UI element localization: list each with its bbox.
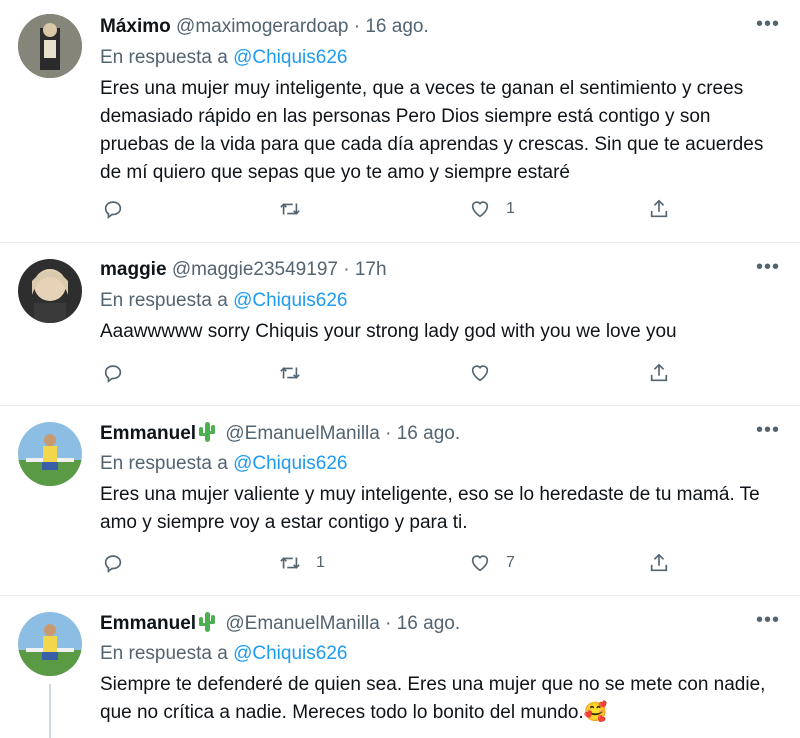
like-icon — [471, 365, 489, 382]
cactus-emoji — [199, 612, 216, 632]
user-handle[interactable]: @maggie23549197 — [172, 259, 338, 280]
tweet-header: maggie @maggie23549197 · 17h — [100, 257, 387, 283]
reply-button[interactable] — [102, 198, 138, 220]
like-button[interactable]: 7 — [468, 552, 515, 574]
thread-line — [49, 684, 51, 738]
retweet-icon — [280, 557, 300, 569]
reply-context: En respuesta a @Chiquis626 — [100, 641, 347, 667]
share-button[interactable] — [648, 552, 670, 574]
user-handle[interactable]: @maximogerardoap — [176, 16, 348, 37]
more-icon[interactable]: ••• — [756, 610, 780, 630]
tweet-emmanuel-1[interactable]: Emmanuel @EmanuelManilla · 16 ago. ••• E… — [0, 406, 800, 596]
reply-context: En respuesta a @Chiquis626 — [100, 45, 347, 71]
tweet-text: Aaawwwww sorry Chiquis your strong lady … — [100, 321, 677, 342]
share-icon — [650, 363, 668, 382]
share-icon — [650, 199, 668, 218]
tweet-text-body: Siempre te defenderé de quien sea. Eres … — [100, 674, 766, 723]
tweet-maggie[interactable]: maggie @maggie23549197 · 17h ••• En resp… — [0, 243, 800, 406]
reply-icon — [104, 555, 122, 573]
reply-prefix: En respuesta a — [100, 453, 228, 474]
more-icon[interactable]: ••• — [756, 420, 780, 440]
timestamp[interactable]: 17h — [355, 259, 387, 280]
more-icon[interactable]: ••• — [756, 257, 780, 277]
reply-context: En respuesta a @Chiquis626 — [100, 451, 347, 477]
tweet-actions — [100, 362, 700, 392]
reply-prefix: En respuesta a — [100, 47, 228, 68]
retweet-icon — [280, 203, 300, 215]
like-icon — [471, 201, 489, 218]
retweet-button[interactable]: 1 — [278, 552, 325, 574]
retweet-button[interactable] — [278, 362, 316, 384]
reply-prefix: En respuesta a — [100, 643, 228, 664]
like-count: 1 — [506, 200, 515, 217]
tweet-actions: 1 7 — [100, 552, 700, 582]
user-handle[interactable]: @EmanuelManilla — [225, 423, 379, 444]
like-count: 7 — [506, 554, 515, 571]
separator-dot: · — [385, 423, 392, 444]
mention-link[interactable]: @Chiquis626 — [233, 643, 347, 664]
mention-link[interactable]: @Chiquis626 — [233, 47, 347, 68]
reply-context: En respuesta a @Chiquis626 — [100, 288, 347, 314]
timestamp[interactable]: 16 ago. — [397, 613, 460, 634]
separator-dot: · — [385, 613, 392, 634]
tweet-header: Emmanuel @EmanuelManilla · 16 ago. — [100, 420, 460, 447]
retweet-icon — [280, 367, 300, 379]
display-name[interactable]: Emmanuel — [100, 613, 196, 634]
display-name[interactable]: Emmanuel — [100, 423, 196, 444]
separator-dot: · — [353, 16, 361, 37]
smiling-face-with-hearts-emoji: 🥰 — [583, 702, 608, 723]
tweet-header: Emmanuel @EmanuelManilla · 16 ago. — [100, 610, 460, 637]
like-button[interactable]: 1 — [468, 198, 515, 220]
reply-prefix: En respuesta a — [100, 290, 228, 311]
tweet-header: Máximo @maximogerardoap · 16 ago. — [100, 14, 429, 40]
tweet-text: Siempre te defenderé de quien sea. Eres … — [100, 671, 780, 727]
tweet-maximo[interactable]: Máximo @maximogerardoap · 16 ago. ••• En… — [0, 0, 800, 243]
timestamp[interactable]: 16 ago. — [397, 423, 460, 444]
share-button[interactable] — [648, 198, 670, 220]
avatar[interactable] — [18, 422, 82, 486]
timestamp[interactable]: 16 ago. — [365, 16, 428, 37]
like-icon — [471, 555, 489, 572]
tweet-text: Eres una mujer valiente y muy inteligent… — [100, 484, 760, 533]
avatar[interactable] — [18, 612, 82, 676]
avatar[interactable] — [18, 259, 82, 323]
tweet-emmanuel-2[interactable]: Emmanuel @EmanuelManilla · 16 ago. ••• E… — [0, 596, 800, 738]
display-name[interactable]: Máximo — [100, 16, 171, 37]
retweet-button[interactable] — [278, 198, 316, 220]
retweet-count: 1 — [316, 554, 325, 571]
reply-button[interactable] — [102, 552, 138, 574]
more-icon[interactable]: ••• — [756, 14, 780, 34]
separator-dot: · — [343, 259, 350, 280]
share-icon — [650, 553, 668, 572]
display-name[interactable]: maggie — [100, 259, 167, 280]
mention-link[interactable]: @Chiquis626 — [233, 453, 347, 474]
share-button[interactable] — [648, 362, 670, 384]
tweet-text: Eres una mujer muy inteligente, que a ve… — [100, 78, 764, 183]
avatar[interactable] — [18, 14, 82, 78]
mention-link[interactable]: @Chiquis626 — [233, 290, 347, 311]
like-button[interactable] — [468, 362, 506, 384]
cactus-emoji — [199, 422, 216, 442]
user-handle[interactable]: @EmanuelManilla — [225, 613, 379, 634]
reply-icon — [104, 365, 122, 383]
reply-icon — [104, 201, 122, 219]
reply-button[interactable] — [102, 362, 138, 384]
tweet-actions: 1 — [100, 198, 700, 228]
